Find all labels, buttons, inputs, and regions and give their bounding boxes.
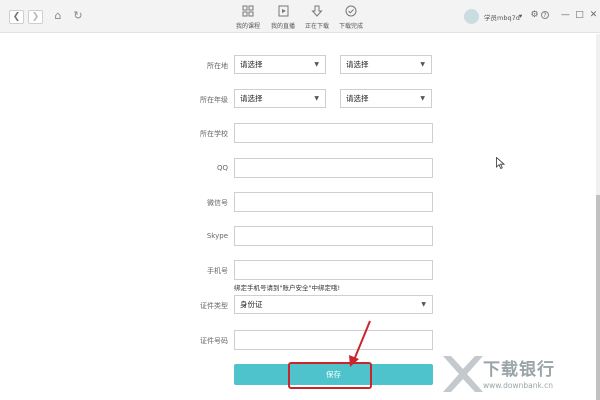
back-button[interactable]: ❮ <box>9 10 24 24</box>
city-select[interactable]: 请选择 ▼ <box>340 55 432 74</box>
grid-icon <box>242 5 254 17</box>
tab-downloaded[interactable]: 下载完成 <box>331 4 371 30</box>
username[interactable]: 学员mbq7d <box>484 12 520 22</box>
province-select[interactable]: 请选择 ▼ <box>234 55 326 74</box>
download-icon <box>311 5 323 17</box>
caret-down-icon: ▼ <box>420 95 425 102</box>
id-number-input[interactable] <box>234 330 433 350</box>
caret-down-icon: ▼ <box>420 61 425 68</box>
chevron-down-icon[interactable]: ▾ <box>519 12 522 20</box>
forward-button[interactable]: ❯ <box>28 10 43 24</box>
id-number-label: 证件号码 <box>200 337 228 345</box>
skype-input[interactable] <box>234 226 433 246</box>
tab-label: 下载完成 <box>338 23 363 30</box>
id-type-label: 证件类型 <box>200 302 228 310</box>
check-circle-icon <box>345 5 357 17</box>
province-select-value: 请选择 <box>240 60 263 69</box>
wechat-label: 微信号 <box>207 199 228 207</box>
id-type-select-value: 身份证 <box>240 300 263 309</box>
mouse-cursor-icon <box>496 157 505 169</box>
id-type-select[interactable]: 身份证 ▼ <box>234 295 433 314</box>
skype-label: Skype <box>206 232 228 240</box>
avatar[interactable] <box>464 9 479 24</box>
close-icon[interactable]: ✕ <box>588 10 599 21</box>
live-icon <box>278 5 288 17</box>
home-icon[interactable]: ⌂ <box>52 10 64 22</box>
caret-down-icon: ▼ <box>421 301 426 308</box>
watermark-url: www.downbank.cn <box>483 381 554 390</box>
maximize-icon[interactable]: □ <box>574 10 585 21</box>
tab-my-courses[interactable]: 我的课程 <box>228 4 268 30</box>
settings-icon[interactable]: ⚙ <box>529 10 540 21</box>
grade-select[interactable]: 请选择 ▼ <box>234 89 326 108</box>
location-label: 所在地 <box>207 62 228 70</box>
refresh-icon[interactable]: ↻ <box>72 10 84 22</box>
phone-input[interactable] <box>234 260 433 280</box>
school-input[interactable] <box>234 123 433 143</box>
watermark-name: 下载银行 <box>483 360 555 380</box>
annotation-arrow <box>349 320 371 367</box>
qq-input[interactable] <box>234 158 433 178</box>
caret-down-icon: ▼ <box>314 95 319 102</box>
title-bar: ❮ ❯ ⌂ ↻ 我的课程 我的直播 正在下载 下载完成 学员mbq7d ▾ ⚙ <box>0 0 600 33</box>
qq-label: QQ <box>216 164 228 172</box>
tab-label: 我的课程 <box>235 23 260 30</box>
caret-down-icon: ▼ <box>314 61 319 68</box>
city-select-value: 请选择 <box>346 60 369 69</box>
help-icon[interactable]: ? <box>541 11 549 19</box>
wechat-input[interactable] <box>234 192 433 212</box>
grade-label: 所在年级 <box>200 96 228 104</box>
class-select-value: 请选择 <box>346 94 369 103</box>
school-label: 所在学校 <box>200 130 228 138</box>
class-select[interactable]: 请选择 ▼ <box>340 89 432 108</box>
phone-hint: 绑定手机号请到"账户安全"中绑定哦! <box>234 284 341 292</box>
phone-label: 手机号 <box>207 267 228 275</box>
grade-select-value: 请选择 <box>240 94 263 103</box>
minimize-icon[interactable]: — <box>560 10 571 21</box>
